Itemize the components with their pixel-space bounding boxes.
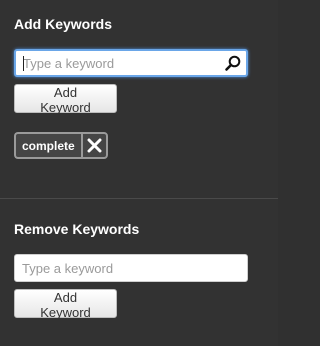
keyword-tag-label: complete: [14, 132, 81, 159]
add-keywords-section: Add Keywords Add Keyword complete: [0, 0, 278, 198]
search-icon[interactable]: [224, 54, 242, 72]
remove-keyword-input[interactable]: [15, 255, 247, 281]
keyword-tag: complete: [14, 132, 108, 159]
add-keywords-title: Add Keywords: [14, 16, 113, 32]
add-keyword-button[interactable]: Add Keyword: [14, 84, 117, 115]
add-keyword-input[interactable]: [16, 51, 246, 75]
remove-keywords-section: Remove Keywords Add Keyword: [0, 199, 278, 346]
text-caret: [23, 56, 24, 71]
remove-tag-button[interactable]: [80, 132, 108, 159]
close-icon: [87, 138, 102, 153]
remove-keyword-field[interactable]: [14, 254, 248, 282]
remove-keywords-title: Remove Keywords: [14, 221, 140, 237]
remove-section-add-keyword-button[interactable]: Add Keyword: [14, 289, 117, 320]
add-keyword-field[interactable]: [14, 49, 248, 77]
